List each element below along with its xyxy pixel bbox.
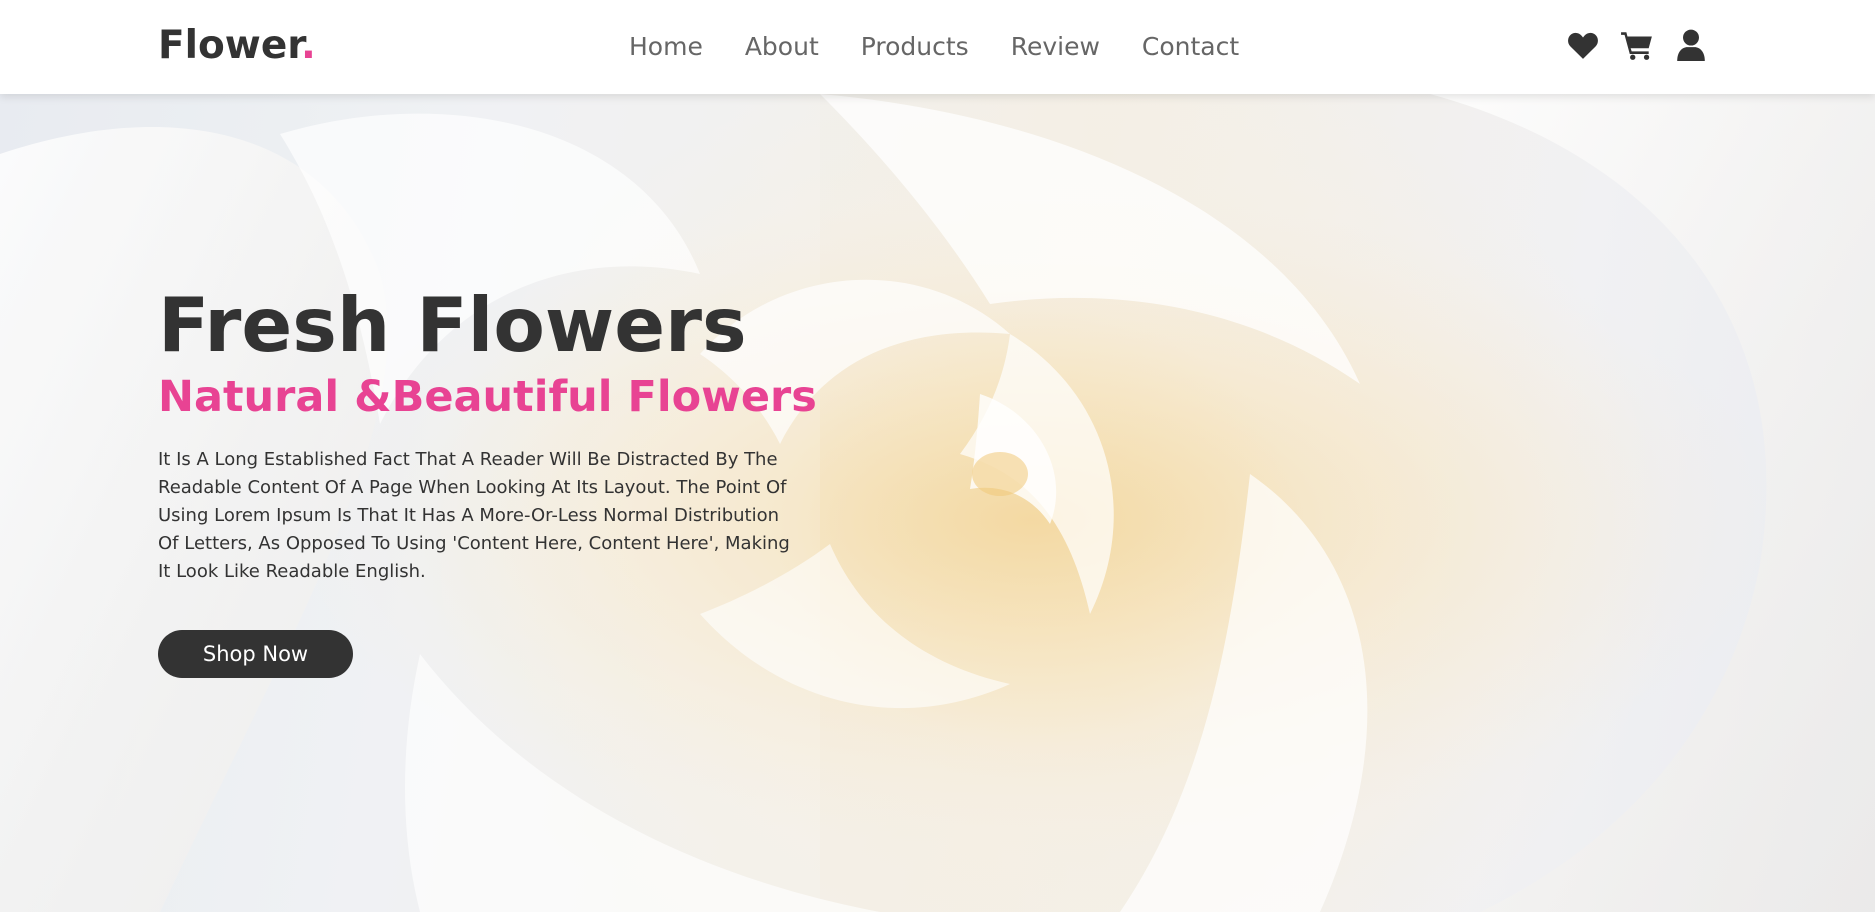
heart-icon[interactable] [1566, 28, 1600, 62]
hero-description: It Is A Long Established Fact That A Rea… [158, 449, 790, 582]
nav-products[interactable]: Products [861, 30, 969, 64]
hero-section: Fresh Flowers Natural &Beautiful Flowers… [0, 94, 1875, 912]
brand-logo[interactable]: Flower. [158, 22, 316, 70]
brand-name: Flower [158, 23, 301, 68]
hero-subtitle: Natural &Beautiful Flowers [158, 372, 817, 422]
site-header: Flower. Home About Products Review Conta… [0, 0, 1875, 94]
header-icons [1566, 28, 1708, 62]
hero-title: Fresh Flowers [158, 281, 747, 369]
nav-about[interactable]: About [745, 30, 819, 64]
nav-home[interactable]: Home [629, 30, 703, 64]
hero-content: Fresh Flowers Natural &Beautiful Flowers… [158, 280, 817, 678]
brand-dot: . [300, 23, 316, 68]
nav-contact[interactable]: Contact [1142, 30, 1239, 64]
cart-icon[interactable] [1620, 28, 1654, 62]
nav-review[interactable]: Review [1011, 30, 1100, 64]
main-nav: Home About Products Review Contact [629, 30, 1239, 64]
shop-now-button[interactable]: Shop Now [158, 630, 353, 678]
page: Flower. Home About Products Review Conta… [0, 0, 1875, 912]
user-icon[interactable] [1674, 28, 1708, 62]
